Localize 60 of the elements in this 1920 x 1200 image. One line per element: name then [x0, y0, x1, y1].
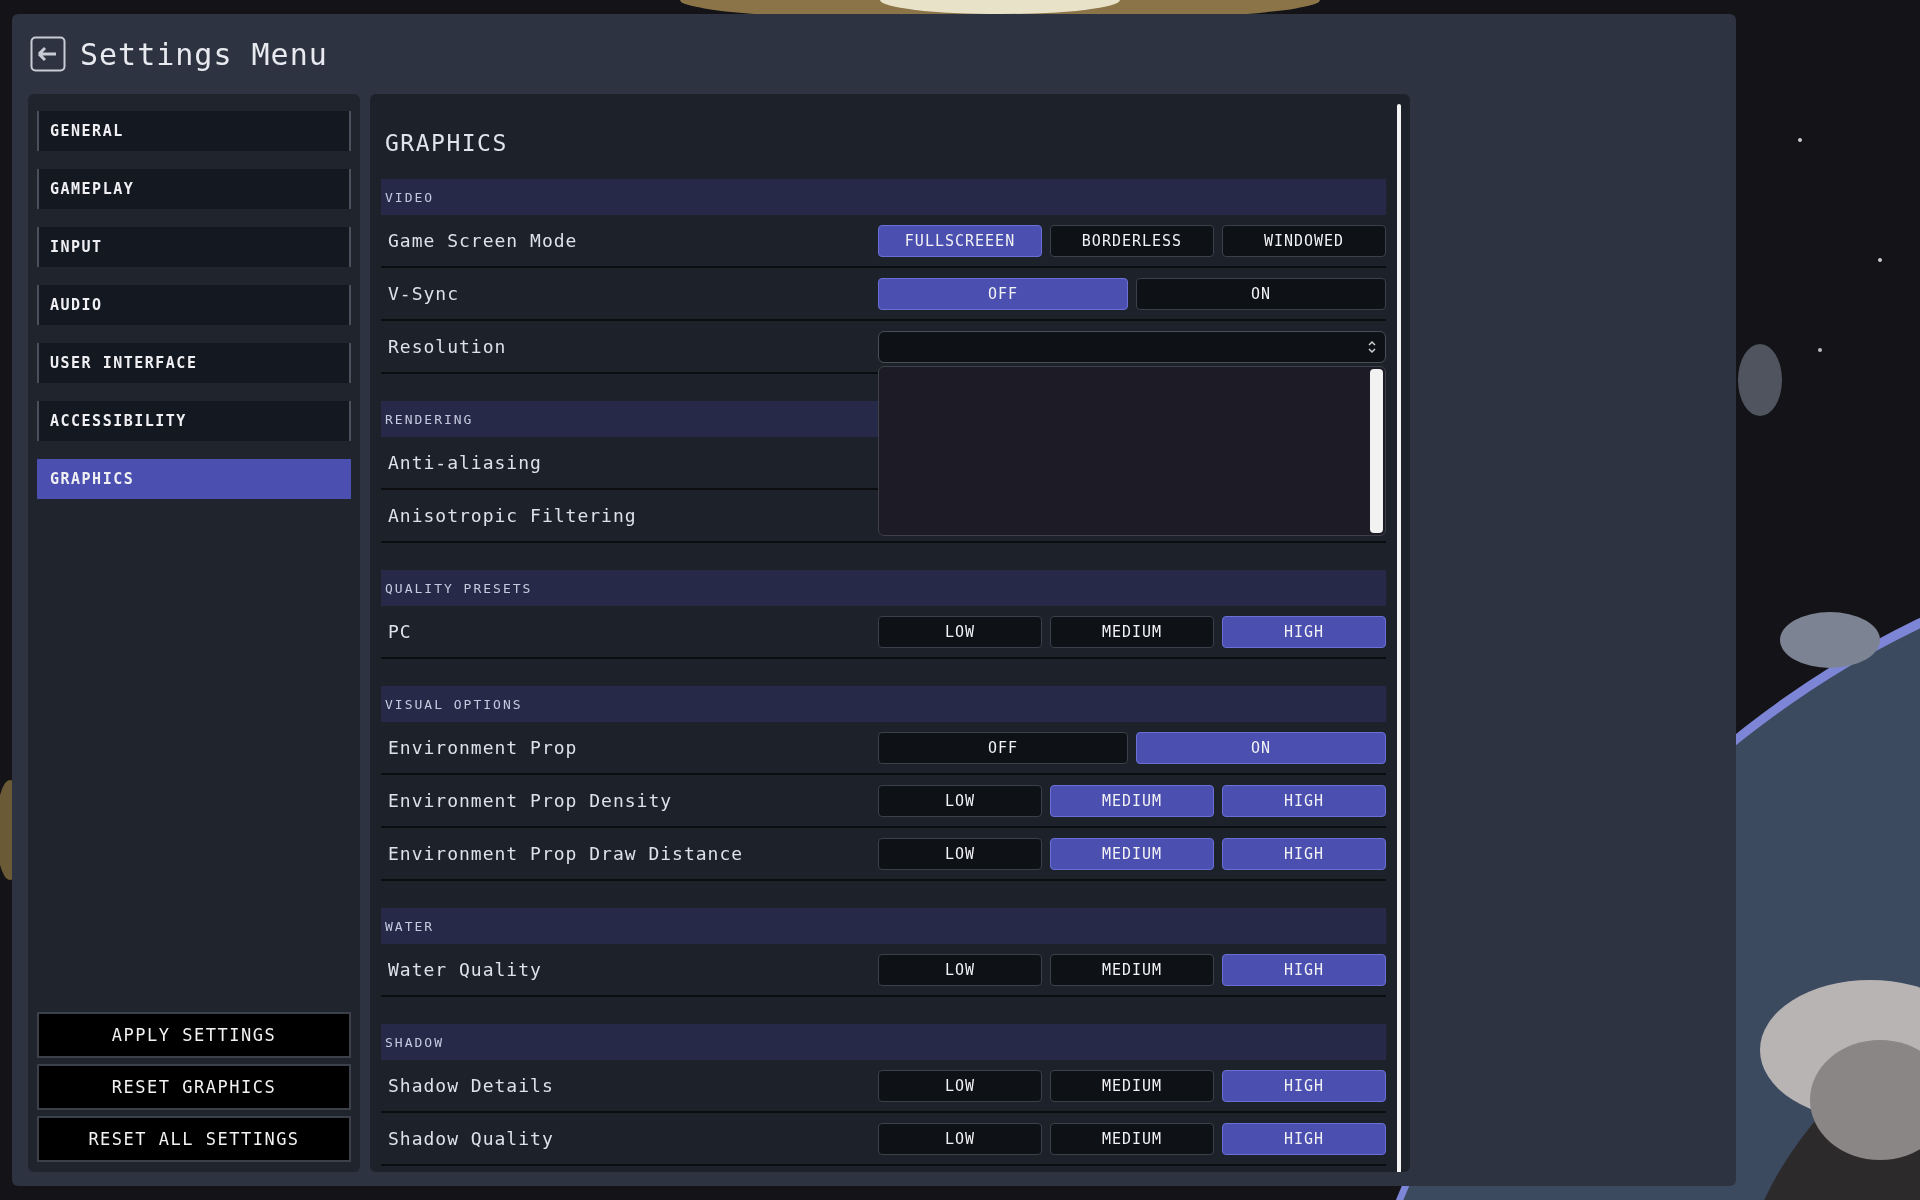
- setting-label: Game Screen Mode: [387, 230, 578, 251]
- sidebar-tab[interactable]: USER INTERFACE: [37, 343, 351, 383]
- option-button[interactable]: ON: [1136, 277, 1386, 310]
- option-button[interactable]: HIGH: [1222, 953, 1386, 986]
- option-button[interactable]: ON: [1136, 731, 1386, 764]
- option-button[interactable]: OFF: [878, 731, 1128, 764]
- setting-label: Resolution: [387, 336, 507, 357]
- option-button[interactable]: OFF: [878, 277, 1128, 310]
- setting-label: Environment Prop Density: [387, 790, 673, 811]
- sidebar-tab[interactable]: INPUT: [37, 227, 351, 267]
- setting-label: Shadow Details: [387, 1075, 554, 1096]
- scroll-thumb[interactable]: [1370, 368, 1383, 533]
- section-header-label: VIDEO: [385, 189, 435, 205]
- section-header-label: RENDERING: [385, 411, 474, 427]
- option-button[interactable]: HIGH: [1222, 837, 1386, 870]
- option-button[interactable]: MEDIUM: [1050, 837, 1214, 870]
- setting-label: Water Quality: [387, 959, 542, 980]
- option-button[interactable]: MEDIUM: [1050, 615, 1214, 648]
- option-button[interactable]: LOW: [878, 837, 1042, 870]
- section-header-label: VISUAL OPTIONS: [385, 696, 523, 712]
- option-button[interactable]: HIGH: [1222, 615, 1386, 648]
- chevrons-icon: [1367, 338, 1377, 355]
- setting-label: Anisotropic Filtering: [387, 505, 637, 526]
- option-button[interactable]: LOW: [878, 784, 1042, 817]
- setting-label: V-Sync: [387, 283, 460, 304]
- window-title: Settings Menu: [80, 36, 328, 72]
- option-button[interactable]: MEDIUM: [1050, 1122, 1214, 1155]
- scrollbar[interactable]: [1397, 104, 1401, 1172]
- section-header-label: WATER: [385, 918, 435, 934]
- option-button[interactable]: FULLSCREEEN: [878, 224, 1042, 257]
- setting-label: Environment Prop Draw Distance: [387, 843, 744, 864]
- option-button[interactable]: MEDIUM: [1050, 953, 1214, 986]
- setting-label: Environment Prop: [387, 737, 578, 758]
- option-button[interactable]: LOW: [878, 615, 1042, 648]
- option-button[interactable]: MEDIUM: [1050, 784, 1214, 817]
- section-header-label: QUALITY PRESETS: [385, 580, 533, 596]
- option-button[interactable]: WINDOWED: [1222, 224, 1386, 257]
- setting-label: Anti-aliasing: [387, 452, 542, 473]
- sidebar-tab[interactable]: AUDIO: [37, 285, 351, 325]
- option-button[interactable]: HIGH: [1222, 784, 1386, 817]
- option-button[interactable]: LOW: [878, 1122, 1042, 1155]
- option-button[interactable]: LOW: [878, 1069, 1042, 1102]
- sidebar-tab[interactable]: GAMEPLAY: [37, 169, 351, 209]
- option-button[interactable]: LOW: [878, 953, 1042, 986]
- dropdown-list[interactable]: [878, 365, 1386, 536]
- section-header-label: SHADOW: [385, 1034, 444, 1050]
- action-button[interactable]: APPLY SETTINGS: [37, 1012, 351, 1058]
- option-button[interactable]: MEDIUM: [1050, 1069, 1214, 1102]
- sidebar-tab[interactable]: GENERAL: [37, 111, 351, 151]
- setting-label: Shadow Quality: [387, 1128, 554, 1149]
- sidebar-tab[interactable]: GRAPHICS: [37, 459, 351, 499]
- back-icon[interactable]: [30, 36, 66, 72]
- option-button[interactable]: HIGH: [1222, 1069, 1386, 1102]
- action-button[interactable]: RESET GRAPHICS: [37, 1064, 351, 1110]
- section-title: GRAPHICS: [384, 128, 509, 158]
- action-button[interactable]: RESET ALL SETTINGS: [37, 1116, 351, 1162]
- option-button[interactable]: BORDERLESS: [1050, 224, 1214, 257]
- sidebar-tab[interactable]: ACCESSIBILITY: [37, 401, 351, 441]
- option-button[interactable]: HIGH: [1222, 1122, 1386, 1155]
- setting-label: PC: [387, 621, 412, 642]
